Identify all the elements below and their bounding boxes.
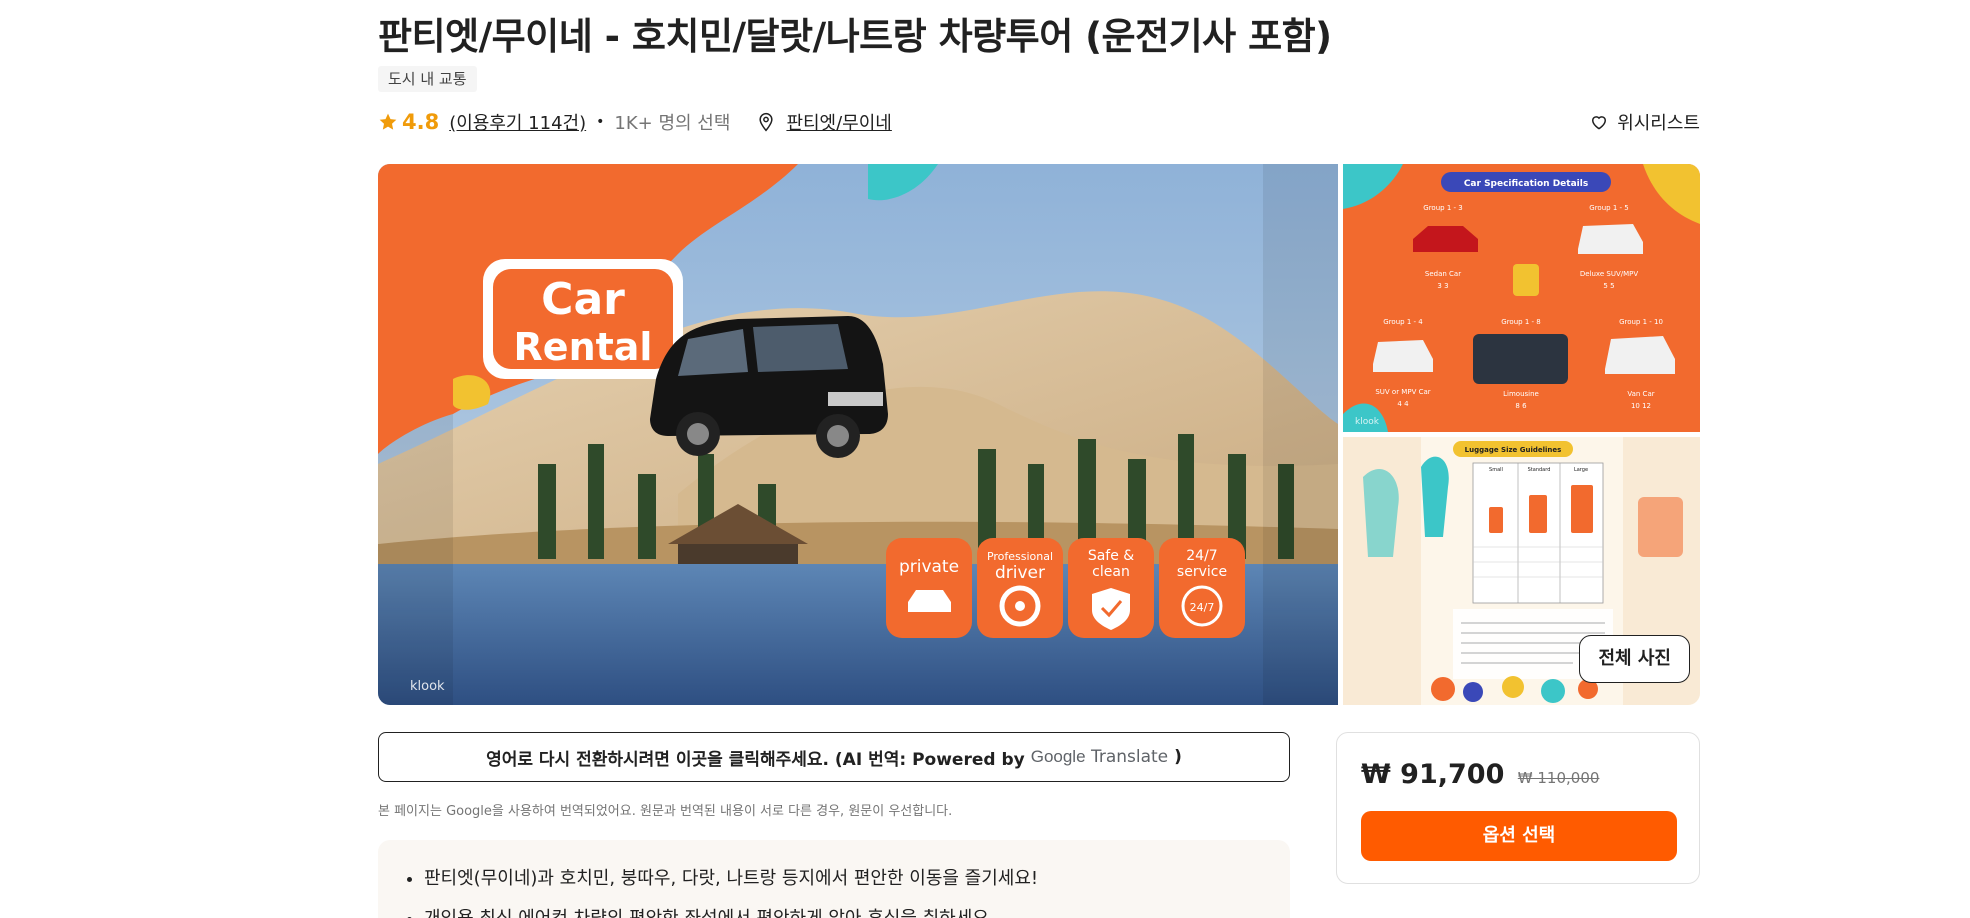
view-all-photos-button[interactable]: 전체 사진 [1579, 635, 1690, 683]
translation-notice: 본 페이지는 Google을 사용하여 번역되었어요. 원문과 번역된 내용이 … [378, 804, 953, 819]
car-2-group: Group 1 - 5 [1589, 204, 1628, 212]
page-title: 판티엣/무이네 - 호치민/달랏/나트랑 차량투어 (운전기사 포함) [378, 15, 1332, 58]
car-spec-infographic: Car Specification Details Group 1 - 3 Se… [1343, 164, 1700, 432]
heart-icon [1592, 116, 1607, 130]
car-1-specs: 3 3 [1437, 282, 1448, 290]
car-5-specs: 10 12 [1631, 402, 1651, 410]
car-2-specs: 5 5 [1603, 282, 1614, 290]
luggage-col-standard: Standard [1528, 467, 1551, 473]
badge-3-line1: Safe & [1088, 548, 1134, 564]
klook-watermark: klook [410, 679, 445, 694]
wishlist-label: 위시리스트 [1617, 113, 1700, 134]
banner-headline-line2: Rental [514, 325, 653, 369]
price-row: ₩ 91,700 ₩ 110,000 [1361, 759, 1599, 790]
car-3-name: SUV or MPV Car [1375, 388, 1430, 396]
badge-2-line1: Professional [987, 550, 1053, 563]
badge-2-line2: driver [995, 563, 1045, 583]
highlights-box: 판티엣(무이네)과 호치민, 붕따우, 다랏, 나트랑 등지에서 편안한 이동을… [378, 840, 1290, 918]
main-photo[interactable]: Car Rental private Professional driver S… [378, 164, 1338, 705]
car-4-group: Group 1 - 8 [1501, 318, 1540, 326]
location-link[interactable]: 판티엣/무이네 [786, 109, 891, 135]
google-translate-logo: Google Translate [1031, 747, 1168, 767]
luggage-heading: Luggage Size Guidelines [1465, 446, 1562, 454]
booked-count: 1K+ 명의 선택 [614, 113, 731, 134]
badge-4-clock-label: 24/7 [1190, 601, 1215, 614]
current-price: ₩ 91,700 [1361, 759, 1505, 790]
car-3-group: Group 1 - 4 [1383, 318, 1423, 326]
car-spec-heading: Car Specification Details [1464, 179, 1588, 189]
google-wordmark: Google [1030, 747, 1086, 766]
car-1-name: Sedan Car [1425, 270, 1461, 278]
car-5-group: Group 1 - 10 [1619, 318, 1663, 326]
banner-headline-line1: Car [541, 274, 625, 325]
badge-4-line2: service [1177, 564, 1227, 580]
car-rental-banner: Car Rental private Professional driver S… [378, 164, 1338, 705]
car-5-name: Van Car [1627, 390, 1654, 398]
badge-3-line2: clean [1092, 564, 1130, 580]
car-spec-watermark: klook [1355, 417, 1380, 427]
car-3-specs: 4 4 [1397, 400, 1409, 408]
wishlist-button[interactable]: 위시리스트 [1589, 108, 1700, 136]
car-4-name: Limousine [1503, 390, 1539, 398]
photo-gallery: Car Rental private Professional driver S… [378, 164, 1700, 705]
select-option-button[interactable]: 옵션 선택 [1361, 811, 1677, 861]
separator-dot: • [596, 114, 605, 130]
original-price: ₩ 110,000 [1517, 769, 1600, 787]
star-icon [379, 113, 397, 130]
location-pin-icon [759, 112, 774, 132]
switch-to-english-button[interactable]: 영어로 다시 전환하시려면 이곳을 클릭해주세요. (AI 번역: Powere… [378, 732, 1290, 782]
badge-1-line1: private [899, 557, 959, 577]
translate-wordmark: Translate [1090, 747, 1169, 767]
car-4-specs: 8 6 [1515, 402, 1527, 410]
rating-value: 4.8 [402, 110, 440, 134]
badge-4-line1: 24/7 [1186, 548, 1217, 564]
category-tag[interactable]: 도시 내 교통 [378, 66, 477, 92]
reviews-link[interactable]: (이용후기 114건) [449, 109, 586, 135]
activity-meta: 4.8 (이용후기 114건) • 1K+ 명의 선택 판티엣/무이네 [378, 108, 892, 136]
translate-button-text: 영어로 다시 전환하시려면 이곳을 클릭해주세요. (AI 번역: Powere… [486, 749, 1025, 770]
luggage-col-small: Small [1489, 467, 1503, 473]
side-photo-car-specs[interactable]: Car Specification Details Group 1 - 3 Se… [1343, 164, 1700, 432]
car-2-name: Deluxe SUV/MPV [1580, 270, 1639, 278]
booking-card: ₩ 91,700 ₩ 110,000 옵션 선택 [1336, 732, 1700, 884]
luggage-col-large: Large [1574, 467, 1588, 473]
highlight-item: 판티엣(무이네)과 호치민, 붕따우, 다랏, 나트랑 등지에서 편안한 이동을… [424, 864, 1290, 890]
highlight-item: 개인용 최신 에어컨 차량의 편안한 좌석에서 편안하게 앉아 휴식을 취하세요 [424, 904, 1290, 918]
translate-button-close-paren: ) [1174, 747, 1182, 767]
car-1-group: Group 1 - 3 [1423, 204, 1462, 212]
